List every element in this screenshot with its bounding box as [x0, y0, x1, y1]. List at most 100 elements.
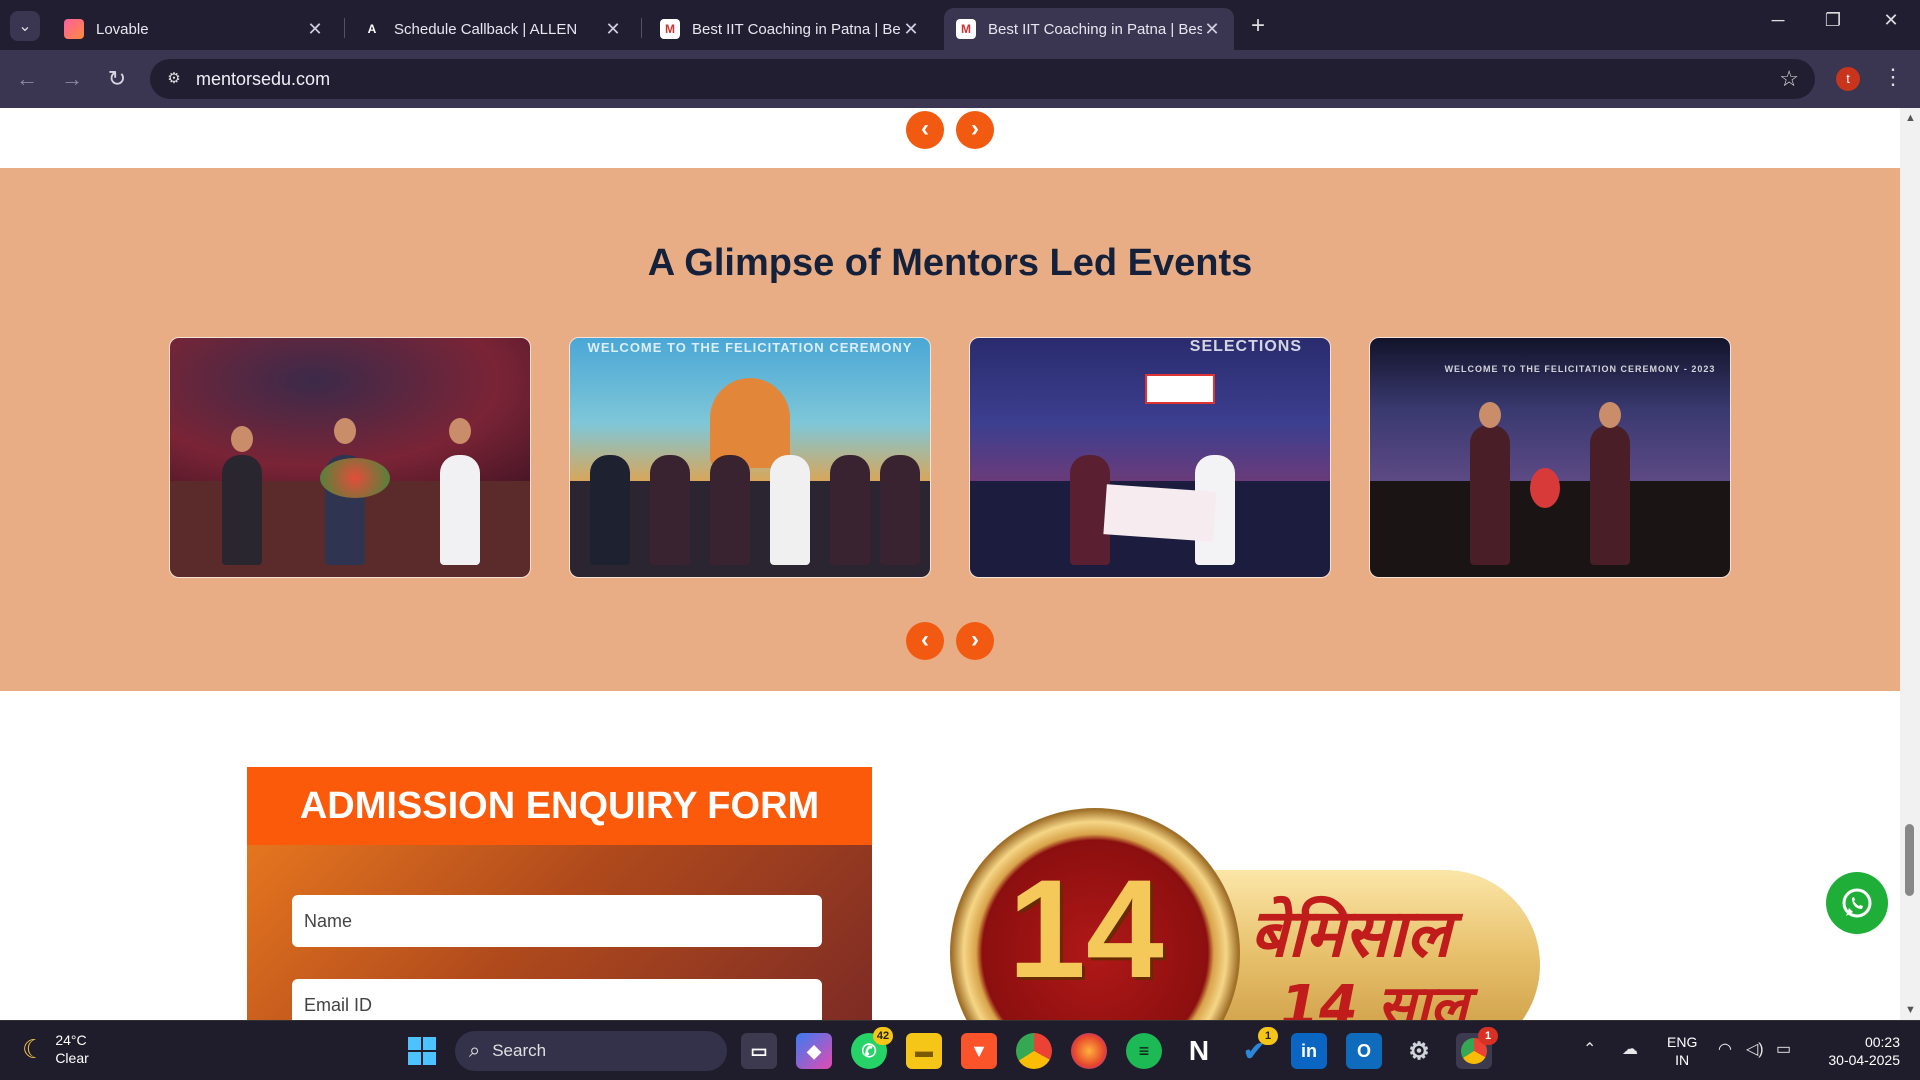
event-photo-1[interactable]	[169, 337, 531, 578]
person-head	[231, 426, 253, 452]
tab-mentors-1[interactable]: M Best IIT Coaching in Patna | Best ✕	[648, 8, 933, 50]
close-icon[interactable]: ✕	[305, 19, 325, 40]
carousel-prev-button[interactable]: ‹	[906, 111, 944, 149]
taskbar-search[interactable]: ⌕ Search	[455, 1031, 727, 1071]
new-tab-button[interactable]: +	[1245, 12, 1271, 40]
person-head	[334, 418, 356, 444]
battery-icon[interactable]: ▭	[1776, 1039, 1791, 1059]
events-next-button[interactable]: ›	[956, 622, 994, 660]
browser-menu-icon[interactable]: ⋮	[1882, 64, 1904, 90]
person-figure	[1470, 425, 1510, 565]
event-photo-3[interactable]: SELECTIONS	[969, 337, 1331, 578]
form-body	[247, 845, 872, 1020]
tab-separator	[641, 18, 642, 38]
close-window-button[interactable]: ✕	[1868, 10, 1914, 31]
tab-title: Best IIT Coaching in Patna | Best	[692, 20, 901, 38]
photo-caption: WELCOME TO THE FELICITATION CEREMONY - 2…	[1444, 364, 1716, 374]
name-field[interactable]	[292, 895, 822, 947]
url-text[interactable]: mentorsedu.com	[196, 69, 330, 90]
event-photo-2[interactable]: WELCOME TO THE FELICITATION CEREMONY	[569, 337, 931, 578]
lovable-favicon-icon	[64, 19, 84, 39]
profile-avatar[interactable]: t	[1836, 67, 1860, 91]
person-figure	[590, 455, 630, 565]
scroll-down-icon[interactable]: ▼	[1905, 1004, 1916, 1016]
clock-date: 30-04-2025	[1828, 1052, 1900, 1068]
scroll-thumb[interactable]	[1905, 824, 1914, 896]
whatsapp-app-icon[interactable]: ✆ 42	[851, 1027, 893, 1069]
close-icon[interactable]: ✕	[1202, 19, 1222, 40]
language-indicator[interactable]: ENG IN	[1667, 1033, 1697, 1069]
person-figure	[710, 455, 750, 565]
address-bar[interactable]: ⚙ mentorsedu.com ☆	[150, 59, 1815, 99]
tray-overflow-icon[interactable]: ⌃	[1583, 1039, 1596, 1059]
close-icon[interactable]: ✕	[901, 19, 921, 40]
close-icon[interactable]: ✕	[603, 19, 623, 40]
forward-button[interactable]: →	[57, 64, 87, 94]
scroll-up-icon[interactable]: ▲	[1905, 112, 1916, 124]
person-head	[1599, 402, 1621, 428]
language-secondary: IN	[1675, 1052, 1690, 1068]
tab-lovable[interactable]: Lovable ✕	[52, 8, 337, 50]
system-clock[interactable]: 00:23 30-04-2025	[1810, 1033, 1900, 1069]
onedrive-cloud-icon[interactable]: ☁	[1622, 1039, 1638, 1059]
whatsapp-badge: 42	[873, 1027, 893, 1045]
todo-icon[interactable]: ✔ 1	[1236, 1027, 1278, 1069]
site-info-icon[interactable]: ⚙	[162, 67, 186, 91]
badge-tagline-1: बेमिसाल	[1250, 895, 1451, 972]
whatsapp-chat-button[interactable]	[1826, 872, 1888, 934]
flower-bouquet	[1530, 468, 1560, 508]
restore-button[interactable]: ❐	[1810, 10, 1856, 31]
linkedin-icon[interactable]: in	[1291, 1033, 1327, 1069]
settings-gear-icon[interactable]: ⚙	[1401, 1033, 1437, 1069]
windows-taskbar: ☾ 24°C Clear ⌕ Search ▭ ◆ ✆ 42 ▬ ▼ ≡ N ✔ 1…	[0, 1020, 1920, 1080]
admission-form: ADMISSION ENQUIRY FORM	[247, 767, 872, 1020]
person-head	[1479, 402, 1501, 428]
wifi-icon[interactable]: ◠	[1718, 1039, 1732, 1059]
tab-allen[interactable]: A Schedule Callback | ALLEN ✕	[350, 8, 635, 50]
outlook-icon[interactable]: O	[1346, 1033, 1382, 1069]
search-label: Search	[492, 1041, 547, 1060]
notion-icon[interactable]: N	[1181, 1033, 1217, 1069]
whatsapp-icon	[1842, 888, 1872, 918]
chrome-active-icon[interactable]: 1	[1456, 1027, 1498, 1069]
person-figure	[770, 455, 810, 565]
language-primary: ENG	[1667, 1034, 1698, 1050]
clock-time: 00:23	[1864, 1034, 1900, 1050]
weather-widget[interactable]: ☾ 24°C Clear	[22, 1031, 89, 1067]
person-figure	[1590, 425, 1630, 565]
volume-icon[interactable]: ◁)	[1746, 1039, 1764, 1059]
tab-search-button[interactable]: ⌄	[10, 11, 40, 41]
photo-background	[970, 338, 1330, 482]
page-viewport: ‹ › A Glimpse of Mentors Led Events WELC…	[0, 108, 1900, 1020]
start-button[interactable]	[404, 1033, 440, 1069]
moon-icon: ☾	[22, 1033, 46, 1064]
reload-button[interactable]: ↻	[102, 64, 132, 94]
task-view-icon[interactable]: ▭	[741, 1033, 777, 1069]
tab-separator	[344, 18, 345, 38]
best-in-bihar-banner	[1145, 374, 1215, 404]
email-field[interactable]	[292, 979, 822, 1020]
browser-toolbar: ← → ↻ ⚙ mentorsedu.com ☆ t ⋮	[0, 50, 1920, 108]
spotify-icon[interactable]: ≡	[1126, 1033, 1162, 1069]
copilot-icon[interactable]: ◆	[796, 1033, 832, 1069]
firefox-icon[interactable]	[1071, 1033, 1107, 1069]
events-prev-button[interactable]: ‹	[906, 622, 944, 660]
chrome-icon[interactable]	[1016, 1033, 1052, 1069]
flower-bouquet	[320, 458, 390, 498]
tab-mentors-active[interactable]: M Best IIT Coaching in Patna | Best ✕	[944, 8, 1234, 50]
minimize-button[interactable]: ─	[1755, 10, 1801, 31]
weather-temp: 24°C	[55, 1032, 87, 1048]
person-figure	[222, 455, 262, 565]
back-button[interactable]: ←	[12, 64, 42, 94]
events-section: A Glimpse of Mentors Led Events WELCOME …	[0, 168, 1900, 691]
page-scrollbar[interactable]: ▲ ▼	[1900, 108, 1920, 1020]
event-photo-4[interactable]: WELCOME TO THE FELICITATION CEREMONY - 2…	[1369, 337, 1731, 578]
bookmark-star-icon[interactable]: ☆	[1779, 66, 1799, 92]
mentors-favicon-icon: M	[660, 19, 680, 39]
file-explorer-icon[interactable]: ▬	[906, 1033, 942, 1069]
allen-favicon-icon: A	[367, 22, 377, 36]
tab-title: Lovable	[96, 20, 149, 38]
weather-desc: Clear	[55, 1050, 89, 1066]
brave-icon[interactable]: ▼	[961, 1033, 997, 1069]
carousel-next-button[interactable]: ›	[956, 111, 994, 149]
